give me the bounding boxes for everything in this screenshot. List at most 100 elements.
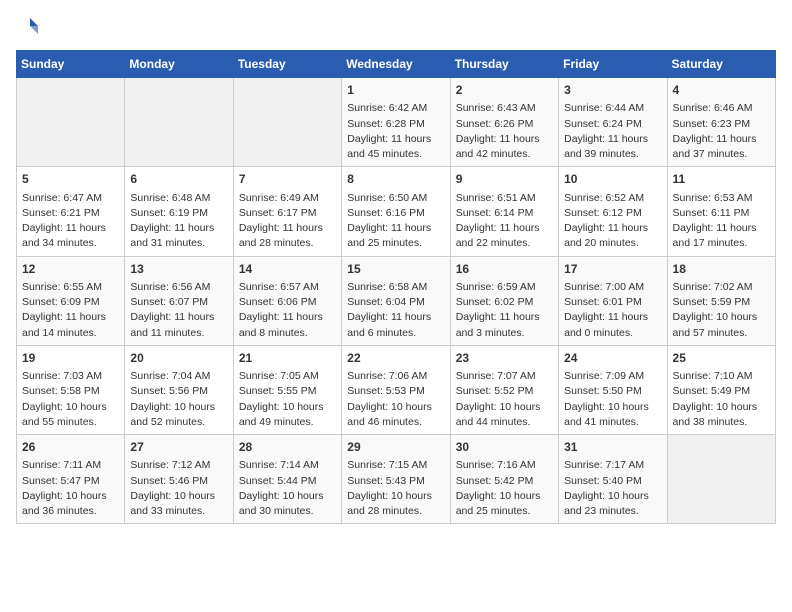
day-info: Sunrise: 6:43 AM Sunset: 6:26 PM Dayligh… [456,101,553,162]
day-number: 6 [130,171,227,188]
calendar-cell: 23 Sunrise: 7:07 AM Sunset: 5:52 PM Dayli… [450,345,558,434]
col-header-friday: Friday [559,51,667,78]
day-number: 14 [239,261,336,278]
day-info: Sunrise: 6:51 AM Sunset: 6:14 PM Dayligh… [456,191,553,252]
day-info: Sunrise: 6:59 AM Sunset: 6:02 PM Dayligh… [456,280,553,341]
day-number: 24 [564,350,661,367]
day-info: Sunrise: 6:57 AM Sunset: 6:06 PM Dayligh… [239,280,336,341]
day-info: Sunrise: 6:44 AM Sunset: 6:24 PM Dayligh… [564,101,661,162]
calendar-cell: 19Sunrise: 7:03 AM Sunset: 5:58 PM Dayli… [17,345,125,434]
calendar-cell: 7 Sunrise: 6:49 AM Sunset: 6:17 PM Daylig… [233,167,341,256]
calendar-cell: 11 Sunrise: 6:53 AM Sunset: 6:11 PM Dayli… [667,167,775,256]
logo-icon [16,16,38,38]
calendar-cell: 21 Sunrise: 7:05 AM Sunset: 5:55 PM Dayli… [233,345,341,434]
calendar-cell: 12 Sunrise: 6:55 AM Sunset: 6:09 PM Dayli… [17,256,125,345]
col-header-wednesday: Wednesday [342,51,450,78]
calendar-cell: 3 Sunrise: 6:44 AM Sunset: 6:24 PM Daylig… [559,78,667,167]
calendar-table: SundayMondayTuesdayWednesdayThursdayFrid… [16,50,776,524]
calendar-cell: 20 Sunrise: 7:04 AM Sunset: 5:56 PM Dayli… [125,345,233,434]
col-header-saturday: Saturday [667,51,775,78]
calendar-cell: 18 Sunrise: 7:02 AM Sunset: 5:59 PM Dayli… [667,256,775,345]
calendar-cell: 1 Sunrise: 6:42 AM Sunset: 6:28 PM Daylig… [342,78,450,167]
day-number: 2 [456,82,553,99]
calendar-cell: 28Sunrise: 7:14 AM Sunset: 5:44 PM Dayli… [233,435,341,524]
col-header-monday: Monday [125,51,233,78]
day-number: 15 [347,261,444,278]
day-number: 18 [673,261,770,278]
day-info: Sunrise: 7:04 AM Sunset: 5:56 PM Dayligh… [130,369,227,430]
day-info: Sunrise: 7:17 AM Sunset: 5:40 PM Dayligh… [564,458,661,519]
day-number: 12 [22,261,119,278]
calendar-cell: 8Sunrise: 6:50 AM Sunset: 6:16 PM Daylig… [342,167,450,256]
header-row: SundayMondayTuesdayWednesdayThursdayFrid… [17,51,776,78]
day-number: 1 [347,82,444,99]
day-number: 13 [130,261,227,278]
day-number: 27 [130,439,227,456]
day-info: Sunrise: 6:56 AM Sunset: 6:07 PM Dayligh… [130,280,227,341]
day-number: 25 [673,350,770,367]
day-info: Sunrise: 6:47 AM Sunset: 6:21 PM Dayligh… [22,191,119,252]
calendar-cell: 26 Sunrise: 7:11 AM Sunset: 5:47 PM Dayli… [17,435,125,524]
calendar-cell: 31 Sunrise: 7:17 AM Sunset: 5:40 PM Dayli… [559,435,667,524]
day-number: 9 [456,171,553,188]
calendar-cell [233,78,341,167]
day-number: 31 [564,439,661,456]
calendar-cell: 29Sunrise: 7:15 AM Sunset: 5:43 PM Dayli… [342,435,450,524]
day-info: Sunrise: 7:16 AM Sunset: 5:42 PM Dayligh… [456,458,553,519]
day-info: Sunrise: 6:46 AM Sunset: 6:23 PM Dayligh… [673,101,770,162]
week-row-2: 5 Sunrise: 6:47 AM Sunset: 6:21 PM Daylig… [17,167,776,256]
calendar-cell: 30Sunrise: 7:16 AM Sunset: 5:42 PM Dayli… [450,435,558,524]
calendar-cell [667,435,775,524]
day-number: 10 [564,171,661,188]
calendar-cell [17,78,125,167]
day-number: 3 [564,82,661,99]
day-number: 11 [673,171,770,188]
day-number: 28 [239,439,336,456]
week-row-1: 1 Sunrise: 6:42 AM Sunset: 6:28 PM Daylig… [17,78,776,167]
day-info: Sunrise: 7:11 AM Sunset: 5:47 PM Dayligh… [22,458,119,519]
day-info: Sunrise: 6:42 AM Sunset: 6:28 PM Dayligh… [347,101,444,162]
day-info: Sunrise: 6:49 AM Sunset: 6:17 PM Dayligh… [239,191,336,252]
day-info: Sunrise: 7:03 AM Sunset: 5:58 PM Dayligh… [22,369,119,430]
calendar-cell: 13 Sunrise: 6:56 AM Sunset: 6:07 PM Dayli… [125,256,233,345]
week-row-5: 26 Sunrise: 7:11 AM Sunset: 5:47 PM Dayli… [17,435,776,524]
calendar-cell: 27Sunrise: 7:12 AM Sunset: 5:46 PM Dayli… [125,435,233,524]
calendar-cell: 9 Sunrise: 6:51 AM Sunset: 6:14 PM Daylig… [450,167,558,256]
day-info: Sunrise: 7:02 AM Sunset: 5:59 PM Dayligh… [673,280,770,341]
calendar-cell: 24 Sunrise: 7:09 AM Sunset: 5:50 PM Dayli… [559,345,667,434]
week-row-4: 19Sunrise: 7:03 AM Sunset: 5:58 PM Dayli… [17,345,776,434]
day-number: 8 [347,171,444,188]
col-header-sunday: Sunday [17,51,125,78]
col-header-tuesday: Tuesday [233,51,341,78]
calendar-cell: 2 Sunrise: 6:43 AM Sunset: 6:26 PM Daylig… [450,78,558,167]
calendar-cell: 10 Sunrise: 6:52 AM Sunset: 6:12 PM Dayli… [559,167,667,256]
logo [16,16,40,38]
day-info: Sunrise: 6:53 AM Sunset: 6:11 PM Dayligh… [673,191,770,252]
day-number: 5 [22,171,119,188]
calendar-cell: 5 Sunrise: 6:47 AM Sunset: 6:21 PM Daylig… [17,167,125,256]
day-number: 23 [456,350,553,367]
calendar-cell: 17Sunrise: 7:00 AM Sunset: 6:01 PM Dayli… [559,256,667,345]
day-info: Sunrise: 7:05 AM Sunset: 5:55 PM Dayligh… [239,369,336,430]
calendar-cell: 15 Sunrise: 6:58 AM Sunset: 6:04 PM Dayli… [342,256,450,345]
day-info: Sunrise: 7:07 AM Sunset: 5:52 PM Dayligh… [456,369,553,430]
page-header [16,16,776,38]
calendar-cell: 16 Sunrise: 6:59 AM Sunset: 6:02 PM Dayli… [450,256,558,345]
calendar-cell: 6Sunrise: 6:48 AM Sunset: 6:19 PM Daylig… [125,167,233,256]
calendar-cell: 22Sunrise: 7:06 AM Sunset: 5:53 PM Dayli… [342,345,450,434]
day-info: Sunrise: 6:55 AM Sunset: 6:09 PM Dayligh… [22,280,119,341]
day-number: 22 [347,350,444,367]
day-number: 16 [456,261,553,278]
day-number: 20 [130,350,227,367]
day-info: Sunrise: 6:52 AM Sunset: 6:12 PM Dayligh… [564,191,661,252]
day-info: Sunrise: 7:09 AM Sunset: 5:50 PM Dayligh… [564,369,661,430]
day-info: Sunrise: 6:58 AM Sunset: 6:04 PM Dayligh… [347,280,444,341]
calendar-cell: 14 Sunrise: 6:57 AM Sunset: 6:06 PM Dayli… [233,256,341,345]
day-info: Sunrise: 7:15 AM Sunset: 5:43 PM Dayligh… [347,458,444,519]
day-info: Sunrise: 7:00 AM Sunset: 6:01 PM Dayligh… [564,280,661,341]
day-number: 7 [239,171,336,188]
day-number: 21 [239,350,336,367]
col-header-thursday: Thursday [450,51,558,78]
day-number: 4 [673,82,770,99]
day-number: 26 [22,439,119,456]
